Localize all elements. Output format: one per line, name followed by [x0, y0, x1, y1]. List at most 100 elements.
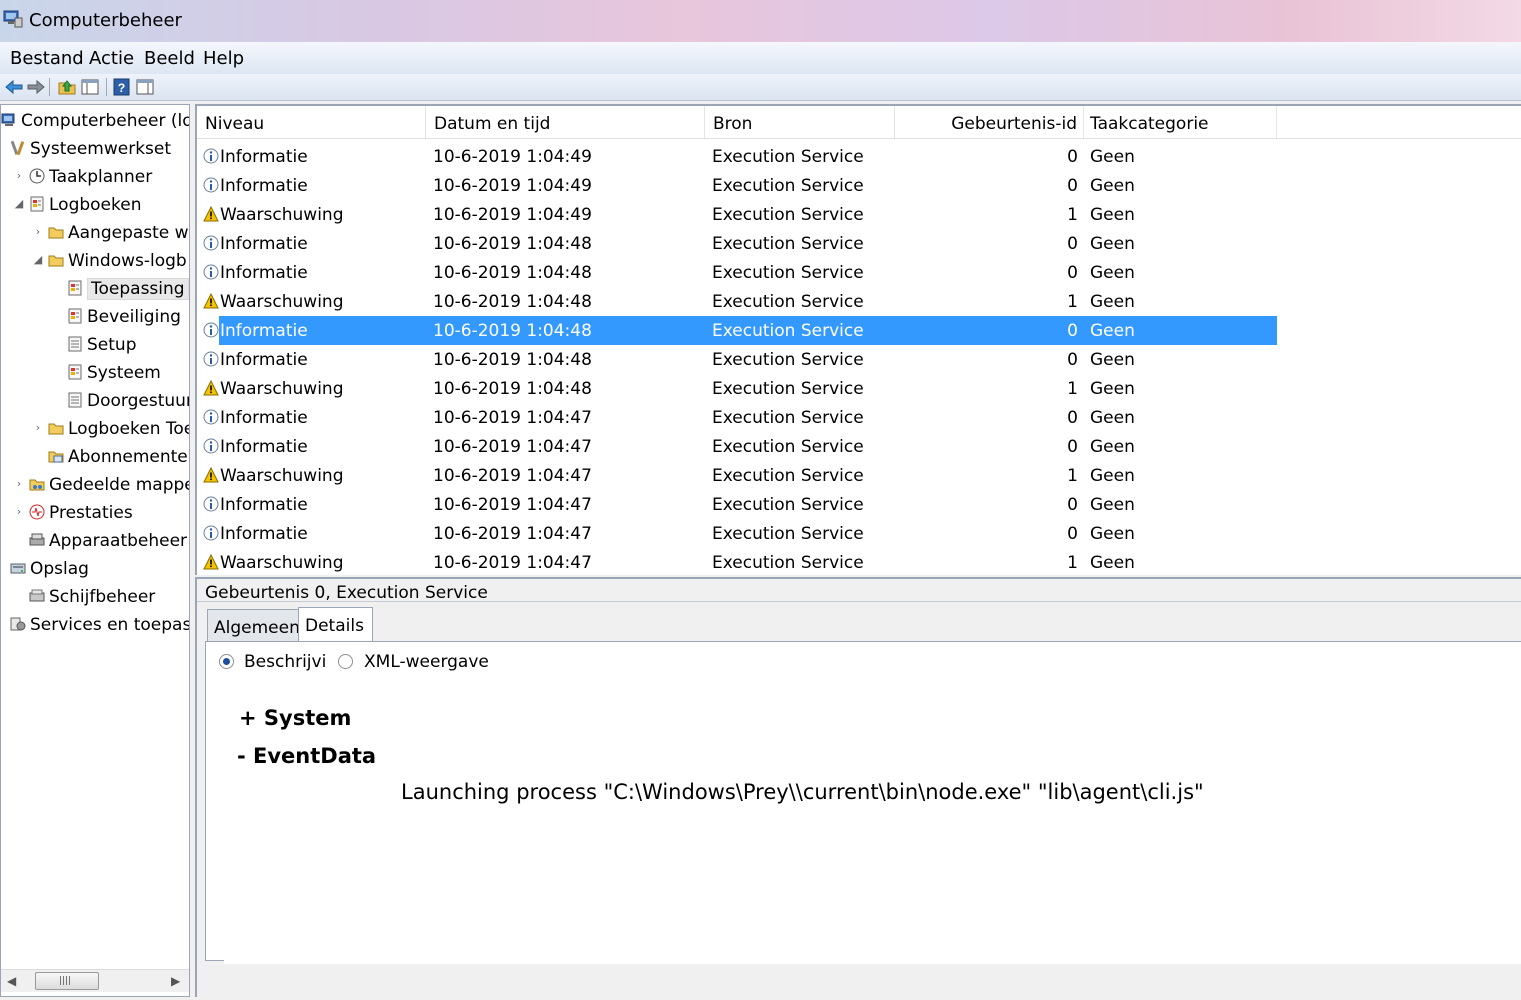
event-level: Informatie	[220, 263, 308, 283]
info-icon	[203, 322, 219, 338]
event-id: 0	[1067, 350, 1078, 370]
event-row[interactable]: Informatie 10-6-2019 1:04:47 Execution Ser…	[197, 432, 1277, 461]
event-row[interactable]: Waarschuwing 10-6-2019 1:04:47 Execution S…	[197, 548, 1277, 575]
event-id: 1	[1067, 379, 1078, 399]
event-source: Execution Service	[712, 379, 864, 399]
event-level: Informatie	[220, 524, 308, 544]
tree-item-label: Opslag	[30, 559, 89, 579]
scrollbar-thumb[interactable]	[35, 972, 99, 990]
back-arrow-icon[interactable]	[4, 77, 24, 97]
event-datetime: 10-6-2019 1:04:47	[433, 524, 592, 544]
event-row[interactable]: Informatie 10-6-2019 1:04:48 Execution Ser…	[197, 258, 1277, 287]
grip-icon	[60, 976, 72, 985]
event-level: Waarschuwing	[220, 205, 344, 225]
radio-xml-view[interactable]	[338, 654, 353, 669]
log-icon	[67, 364, 83, 380]
event-source: Execution Service	[712, 176, 864, 196]
event-category: Geen	[1090, 147, 1135, 167]
tree-expander-icon[interactable]: ◢	[32, 253, 44, 266]
column-header-niveau[interactable]: Niveau	[197, 106, 426, 138]
tree-expander-icon[interactable]: ›	[32, 225, 44, 238]
event-level: Informatie	[220, 147, 308, 167]
event-row[interactable]: Waarschuwing 10-6-2019 1:04:49 Execution S…	[197, 200, 1277, 229]
event-row[interactable]: Informatie 10-6-2019 1:04:49 Execution Ser…	[197, 142, 1277, 171]
event-row[interactable]: Waarschuwing 10-6-2019 1:04:48 Execution S…	[197, 287, 1277, 316]
tree-expander-icon[interactable]: ›	[13, 505, 25, 518]
services-icon	[10, 616, 26, 632]
folder-icon	[48, 420, 64, 436]
tree-item-label: Systeem	[87, 363, 161, 383]
forward-arrow-icon[interactable]	[26, 77, 46, 97]
help-icon[interactable]: ?	[112, 77, 132, 97]
device-manager-icon	[29, 532, 45, 548]
event-row[interactable]: Informatie 10-6-2019 1:04:47 Execution Ser…	[197, 519, 1277, 548]
event-row[interactable]: Informatie 10-6-2019 1:04:49 Execution Ser…	[197, 171, 1277, 200]
tree-item-label: Systeemwerkset	[30, 139, 172, 159]
computer-management-icon	[3, 10, 23, 28]
event-category: Geen	[1090, 408, 1135, 428]
event-datetime: 10-6-2019 1:04:48	[433, 263, 592, 283]
event-row[interactable]: Informatie 10-6-2019 1:04:48 Execution Ser…	[219, 316, 1277, 345]
column-header-taakcategorie[interactable]: Taakcategorie	[1084, 106, 1277, 138]
menu-bestand[interactable]: Bestand	[10, 48, 84, 69]
show-hide-actions-icon[interactable]	[135, 77, 155, 97]
event-datetime: 10-6-2019 1:04:48	[433, 379, 592, 399]
folder-icon	[48, 224, 64, 240]
event-datetime: 10-6-2019 1:04:49	[433, 205, 592, 225]
event-row[interactable]: Informatie 10-6-2019 1:04:48 Execution Ser…	[197, 345, 1277, 374]
title-bar: Computerbeheer	[0, 0, 1521, 42]
computer-icon	[1, 112, 17, 128]
tree-item-label: Aangepaste we	[68, 223, 190, 243]
column-header-datum[interactable]: Datum en tijd	[426, 106, 705, 138]
tree-item-label: Prestaties	[49, 503, 133, 523]
scroll-right-icon[interactable]: ▶	[171, 974, 180, 988]
menu-help[interactable]: Help	[203, 48, 244, 69]
performance-icon	[29, 504, 45, 520]
menu-actie[interactable]: Actie	[89, 48, 134, 69]
event-row[interactable]: Informatie 10-6-2019 1:04:47 Execution Ser…	[197, 490, 1277, 519]
event-id: 1	[1067, 466, 1078, 486]
event-level: Waarschuwing	[220, 379, 344, 399]
show-hide-tree-icon[interactable]	[80, 77, 100, 97]
tree-expander-icon[interactable]: ›	[13, 169, 25, 182]
event-datetime: 10-6-2019 1:04:48	[433, 321, 592, 341]
column-header-bron[interactable]: Bron	[705, 106, 895, 138]
event-row[interactable]: Waarschuwing 10-6-2019 1:04:47 Execution S…	[197, 461, 1277, 490]
event-category: Geen	[1090, 321, 1135, 341]
event-id: 0	[1067, 495, 1078, 515]
event-row[interactable]: Waarschuwing 10-6-2019 1:04:48 Execution S…	[197, 374, 1277, 403]
event-category: Geen	[1090, 350, 1135, 370]
event-category: Geen	[1090, 379, 1135, 399]
event-detail-title: Gebeurtenis 0, Execution Service	[205, 583, 488, 603]
tree-expander-icon[interactable]: ›	[13, 477, 25, 490]
event-datetime: 10-6-2019 1:04:47	[433, 437, 592, 457]
event-datetime: 10-6-2019 1:04:48	[433, 350, 592, 370]
event-row[interactable]: Informatie 10-6-2019 1:04:48 Execution Ser…	[197, 229, 1277, 258]
tree-item-label: Abonnementer	[68, 447, 190, 467]
event-level: Informatie	[220, 437, 308, 457]
event-category: Geen	[1090, 263, 1135, 283]
tree-horizontal-scrollbar[interactable]: ◀ ▶	[1, 969, 189, 992]
tab-details[interactable]: Details	[298, 607, 373, 643]
event-datetime: 10-6-2019 1:04:49	[433, 147, 592, 167]
subscription-icon	[48, 448, 64, 464]
system-node[interactable]: + System	[239, 706, 351, 730]
event-datetime: 10-6-2019 1:04:49	[433, 176, 592, 196]
up-folder-icon[interactable]	[57, 77, 77, 97]
event-row[interactable]: Informatie 10-6-2019 1:04:47 Execution Ser…	[197, 403, 1277, 432]
event-source: Execution Service	[712, 437, 864, 457]
tab-algemeen[interactable]: Algemeen	[207, 609, 300, 641]
event-datetime: 10-6-2019 1:04:47	[433, 466, 592, 486]
scroll-left-icon[interactable]: ◀	[7, 974, 16, 988]
column-header-gebeurtenis-id[interactable]: Gebeurtenis-id	[895, 106, 1084, 138]
radio-friendly-view[interactable]	[219, 654, 234, 669]
event-source: Execution Service	[712, 524, 864, 544]
event-level: Informatie	[220, 321, 308, 341]
tree-item-label: Gedeelde mapper	[49, 475, 190, 495]
tree-expander-icon[interactable]: ◢	[13, 197, 25, 210]
storage-icon	[10, 560, 26, 576]
menu-beeld[interactable]: Beeld	[144, 48, 195, 69]
log-icon	[67, 308, 83, 324]
tree-expander-icon[interactable]: ›	[32, 421, 44, 434]
eventdata-node[interactable]: - EventData	[237, 744, 376, 768]
